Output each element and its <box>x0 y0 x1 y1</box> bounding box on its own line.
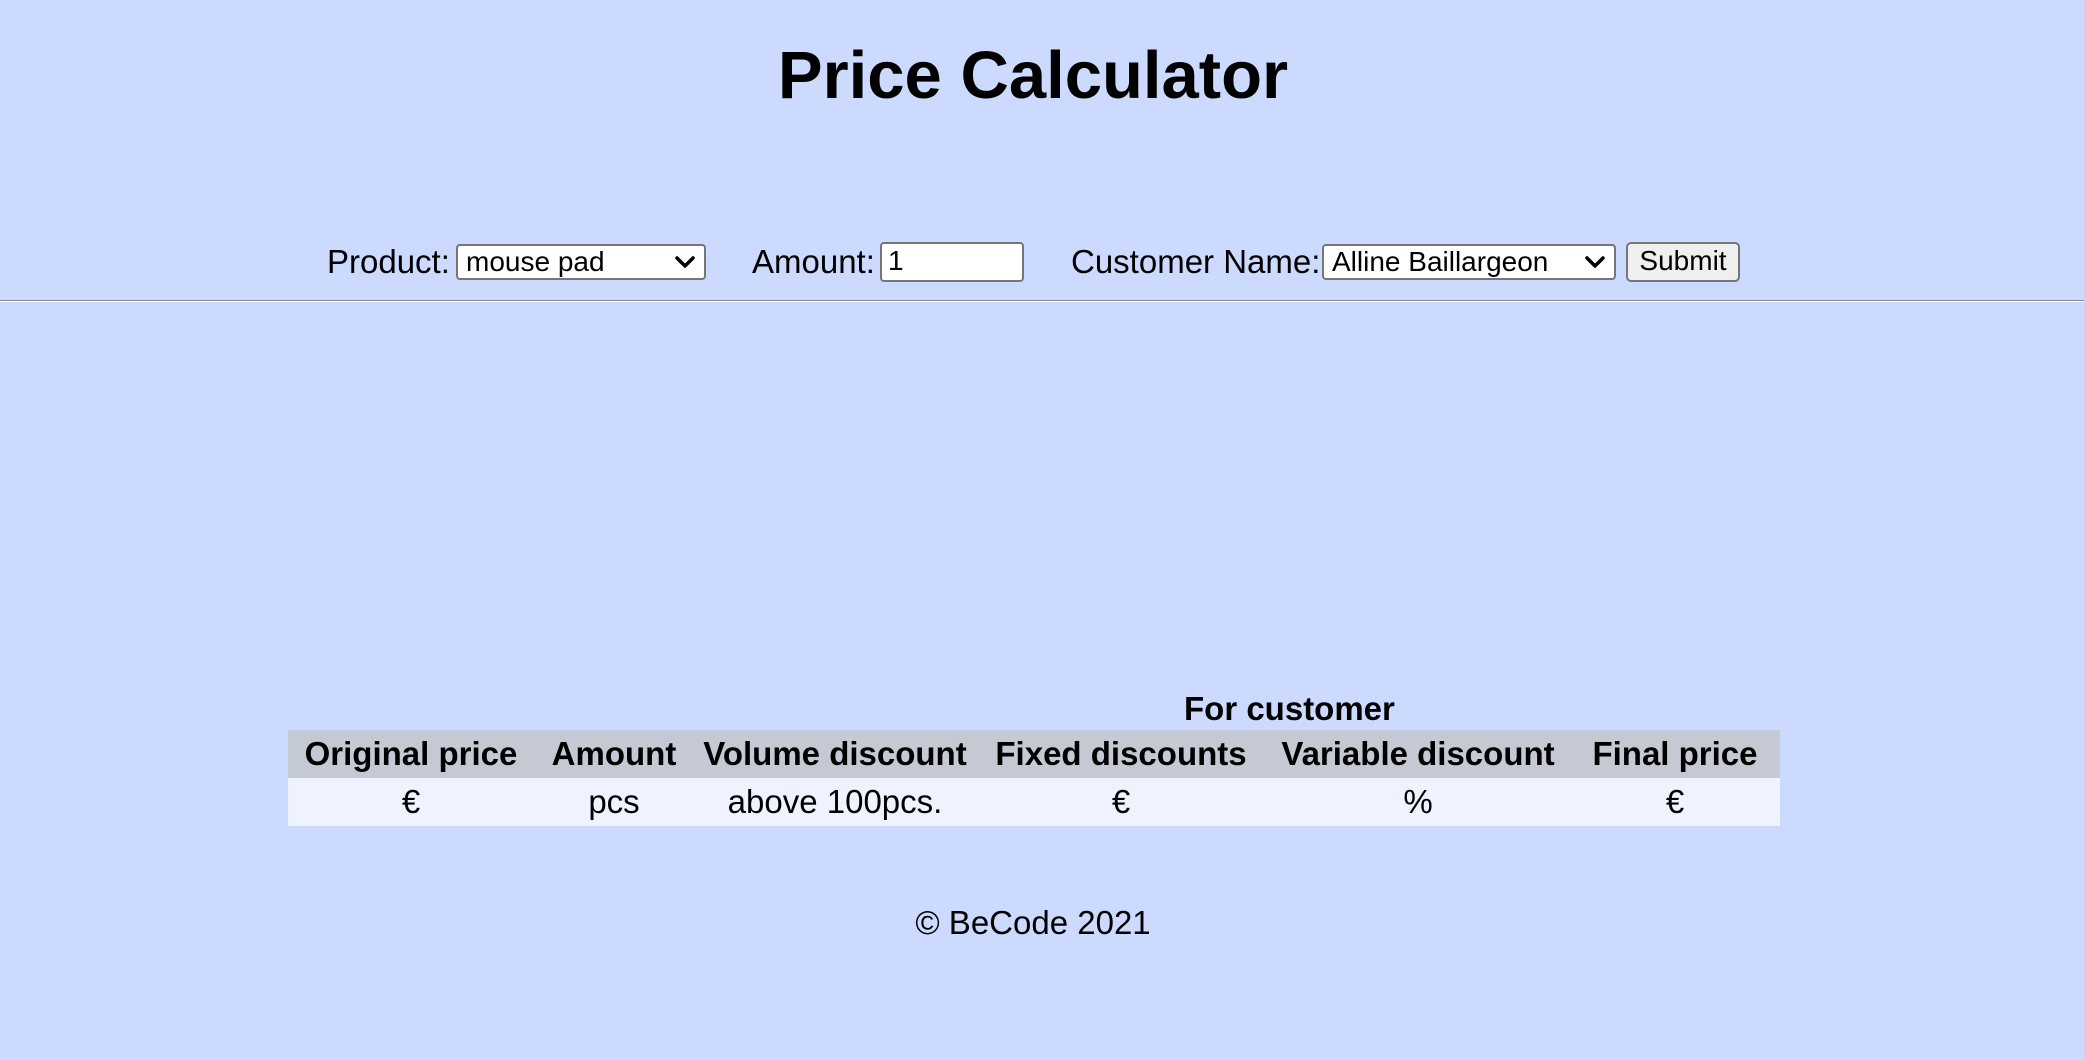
customer-name-label: Customer Name: <box>1071 243 1321 280</box>
table-caption: For customer <box>1184 690 1395 727</box>
submit-button[interactable]: Submit <box>1626 242 1740 282</box>
header-fixed-discounts: Fixed discounts <box>995 735 1247 772</box>
customer-select-value: Alline Baillargeon <box>1332 246 1549 277</box>
amount-label: Amount: <box>752 243 875 280</box>
divider <box>0 300 2086 302</box>
header-variable-discount: Variable discount <box>1281 735 1555 772</box>
cell-final-price: € <box>1665 783 1685 820</box>
product-select[interactable]: mouse pad <box>456 244 706 280</box>
table-row: € pcs above 100pcs. € % € <box>288 778 1780 826</box>
footer-copyright: © BeCode 2021 <box>915 904 1151 941</box>
chevron-down-icon <box>1585 256 1605 268</box>
product-label: Product: <box>327 243 450 280</box>
product-select-value: mouse pad <box>466 246 605 277</box>
cell-variable-discount: % <box>1403 783 1433 820</box>
cell-amount: pcs <box>588 783 640 820</box>
page-title: Price Calculator <box>777 38 1289 113</box>
cell-volume-discount: above 100pcs. <box>727 783 943 820</box>
amount-input[interactable]: 1 <box>880 242 1024 282</box>
customer-select[interactable]: Alline Baillargeon <box>1322 244 1616 280</box>
header-original-price: Original price <box>304 735 518 772</box>
chevron-down-icon <box>675 256 695 268</box>
table-header-row: Original price Amount Volume discount Fi… <box>288 730 1780 778</box>
cell-original-price: € <box>401 783 421 820</box>
header-volume-discount: Volume discount <box>703 735 967 772</box>
cell-fixed-discounts: € <box>1111 783 1131 820</box>
header-amount: Amount <box>551 735 677 772</box>
price-form: Product: mouse pad Amount: 1 Customer Na… <box>0 240 2086 284</box>
header-final-price: Final price <box>1592 735 1758 772</box>
